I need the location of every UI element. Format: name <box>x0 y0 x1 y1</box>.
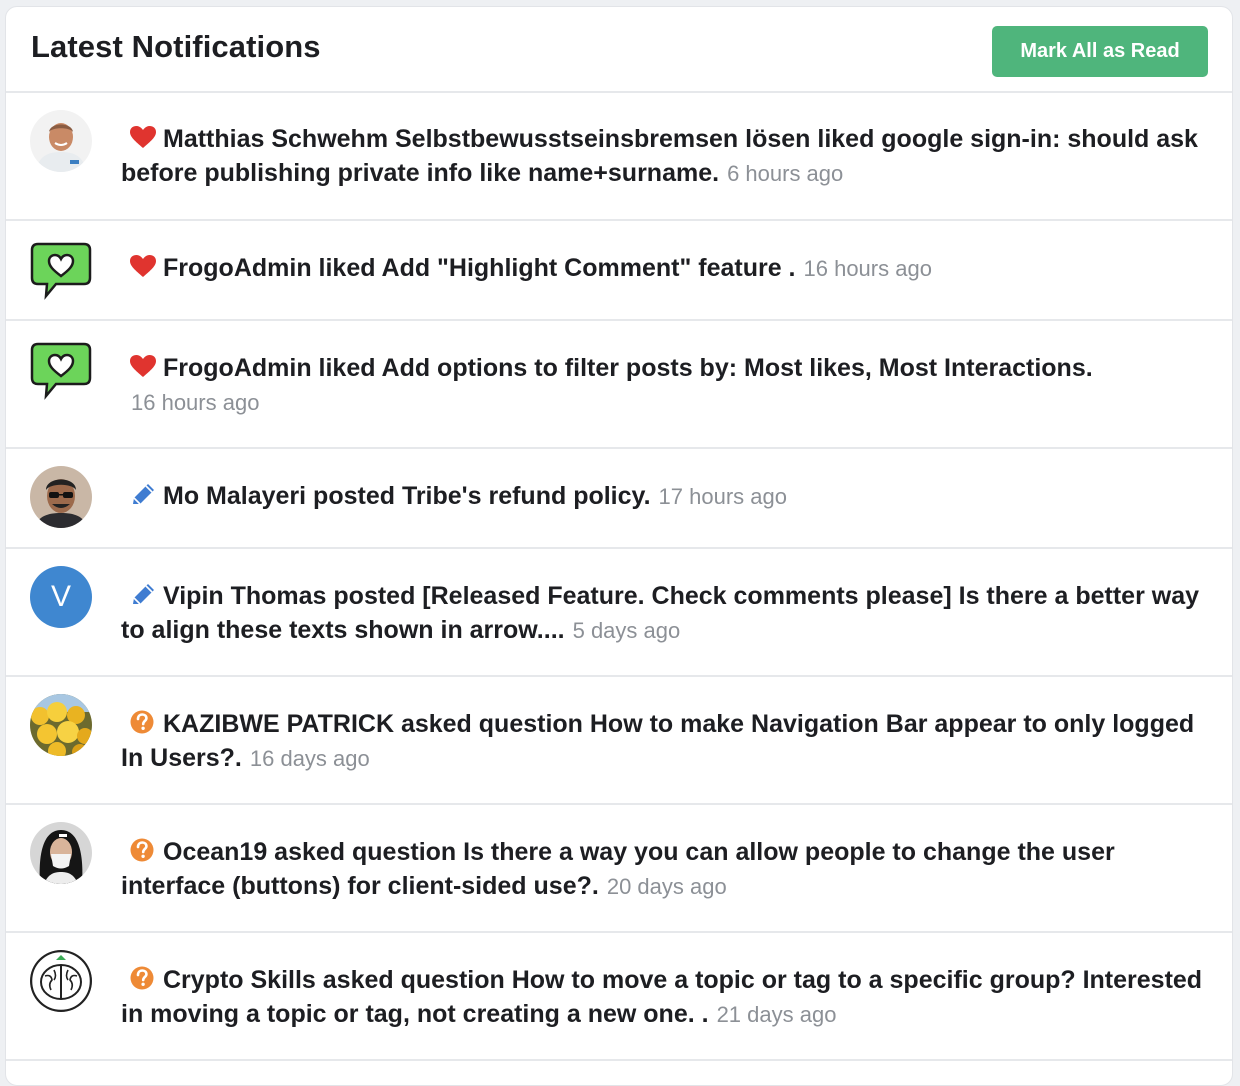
avatar[interactable] <box>30 694 92 756</box>
heart-icon <box>129 125 159 149</box>
notification-message[interactable]: FrogoAdmin liked Add "Highlight Comment"… <box>163 254 796 282</box>
question-icon <box>129 710 159 734</box>
notification-text: KAZIBWE PATRICK asked question How to ma… <box>121 707 1211 776</box>
notification-text: Vipin Thomas posted [Released Feature. C… <box>121 579 1211 648</box>
notification-text: FrogoAdmin liked Add "Highlight Comment"… <box>121 251 1211 286</box>
notification-message[interactable]: FrogoAdmin liked Add options to filter p… <box>163 354 1093 382</box>
notification-text: Mo Malayeri posted Tribe's refund policy… <box>121 479 1211 514</box>
notification-text: Ocean19 asked question Is there a way yo… <box>121 835 1211 904</box>
question-icon <box>129 966 159 990</box>
page-title: Latest Notifications <box>31 29 321 64</box>
timestamp: 5 days ago <box>572 618 681 643</box>
notification-item[interactable]: Crypto Skills asked question How to move… <box>6 933 1232 1061</box>
heart-icon <box>129 254 159 278</box>
question-icon <box>129 838 159 862</box>
timestamp: 21 days ago <box>716 1002 837 1027</box>
notification-message[interactable]: Crypto Skills asked question How to move… <box>121 966 1202 1028</box>
heart-icon <box>129 354 159 378</box>
notification-text: Crypto Skills asked question How to move… <box>121 963 1211 1032</box>
woman-mask-avatar-image <box>30 822 92 884</box>
avatar[interactable] <box>30 240 92 302</box>
chat-heart-avatar-image <box>30 342 92 400</box>
avatar[interactable] <box>30 340 92 402</box>
avatar[interactable] <box>30 110 92 172</box>
notification-message[interactable]: Matthias Schwehm Selbstbewusstseinsbrems… <box>121 125 1198 187</box>
notifications-panel: Latest Notifications Mark All as Read Ma… <box>5 6 1233 1086</box>
notification-message[interactable]: Mo Malayeri posted Tribe's refund policy… <box>163 482 651 510</box>
notification-item[interactable]: FrogoAdmin liked Add "Highlight Comment"… <box>6 221 1232 321</box>
pencil-icon <box>129 482 159 506</box>
notification-item[interactable]: V Vipin Thomas posted [Released Feature.… <box>6 549 1232 677</box>
timestamp: 16 days ago <box>249 746 370 771</box>
man-glasses-avatar-image <box>30 466 92 528</box>
notification-item[interactable]: KAZIBWE PATRICK asked question How to ma… <box>6 677 1232 805</box>
timestamp: 16 hours ago <box>131 390 260 415</box>
notification-item[interactable]: Ocean19 asked question Is there a way yo… <box>6 805 1232 933</box>
panel-header: Latest Notifications Mark All as Read <box>6 7 1232 93</box>
avatar[interactable] <box>30 466 92 528</box>
notification-text: Matthias Schwehm Selbstbewusstseinsbrems… <box>121 122 1211 191</box>
chat-heart-avatar-image <box>30 242 92 300</box>
man-smiling-avatar-image <box>30 110 92 172</box>
notification-item[interactable]: FrogoAdmin liked Add options to filter p… <box>6 321 1232 449</box>
timestamp: 17 hours ago <box>658 484 787 509</box>
yellow-flowers-avatar-image <box>30 694 92 756</box>
timestamp: 20 days ago <box>606 874 727 899</box>
avatar[interactable] <box>30 822 92 884</box>
brain-avatar-image <box>30 950 92 1012</box>
timestamp: 16 hours ago <box>803 256 932 281</box>
notification-text: FrogoAdmin liked Add options to filter p… <box>121 351 1211 421</box>
notification-item[interactable]: Mo Malayeri posted Tribe's refund policy… <box>6 449 1232 549</box>
avatar[interactable] <box>30 950 92 1012</box>
avatar-initial: V <box>50 580 71 613</box>
pencil-icon <box>129 582 159 606</box>
timestamp: 6 hours ago <box>727 161 844 186</box>
avatar[interactable]: V <box>30 566 92 628</box>
notification-item[interactable]: Matthias Schwehm Selbstbewusstseinsbrems… <box>6 93 1232 221</box>
mark-all-read-button[interactable]: Mark All as Read <box>992 26 1208 77</box>
